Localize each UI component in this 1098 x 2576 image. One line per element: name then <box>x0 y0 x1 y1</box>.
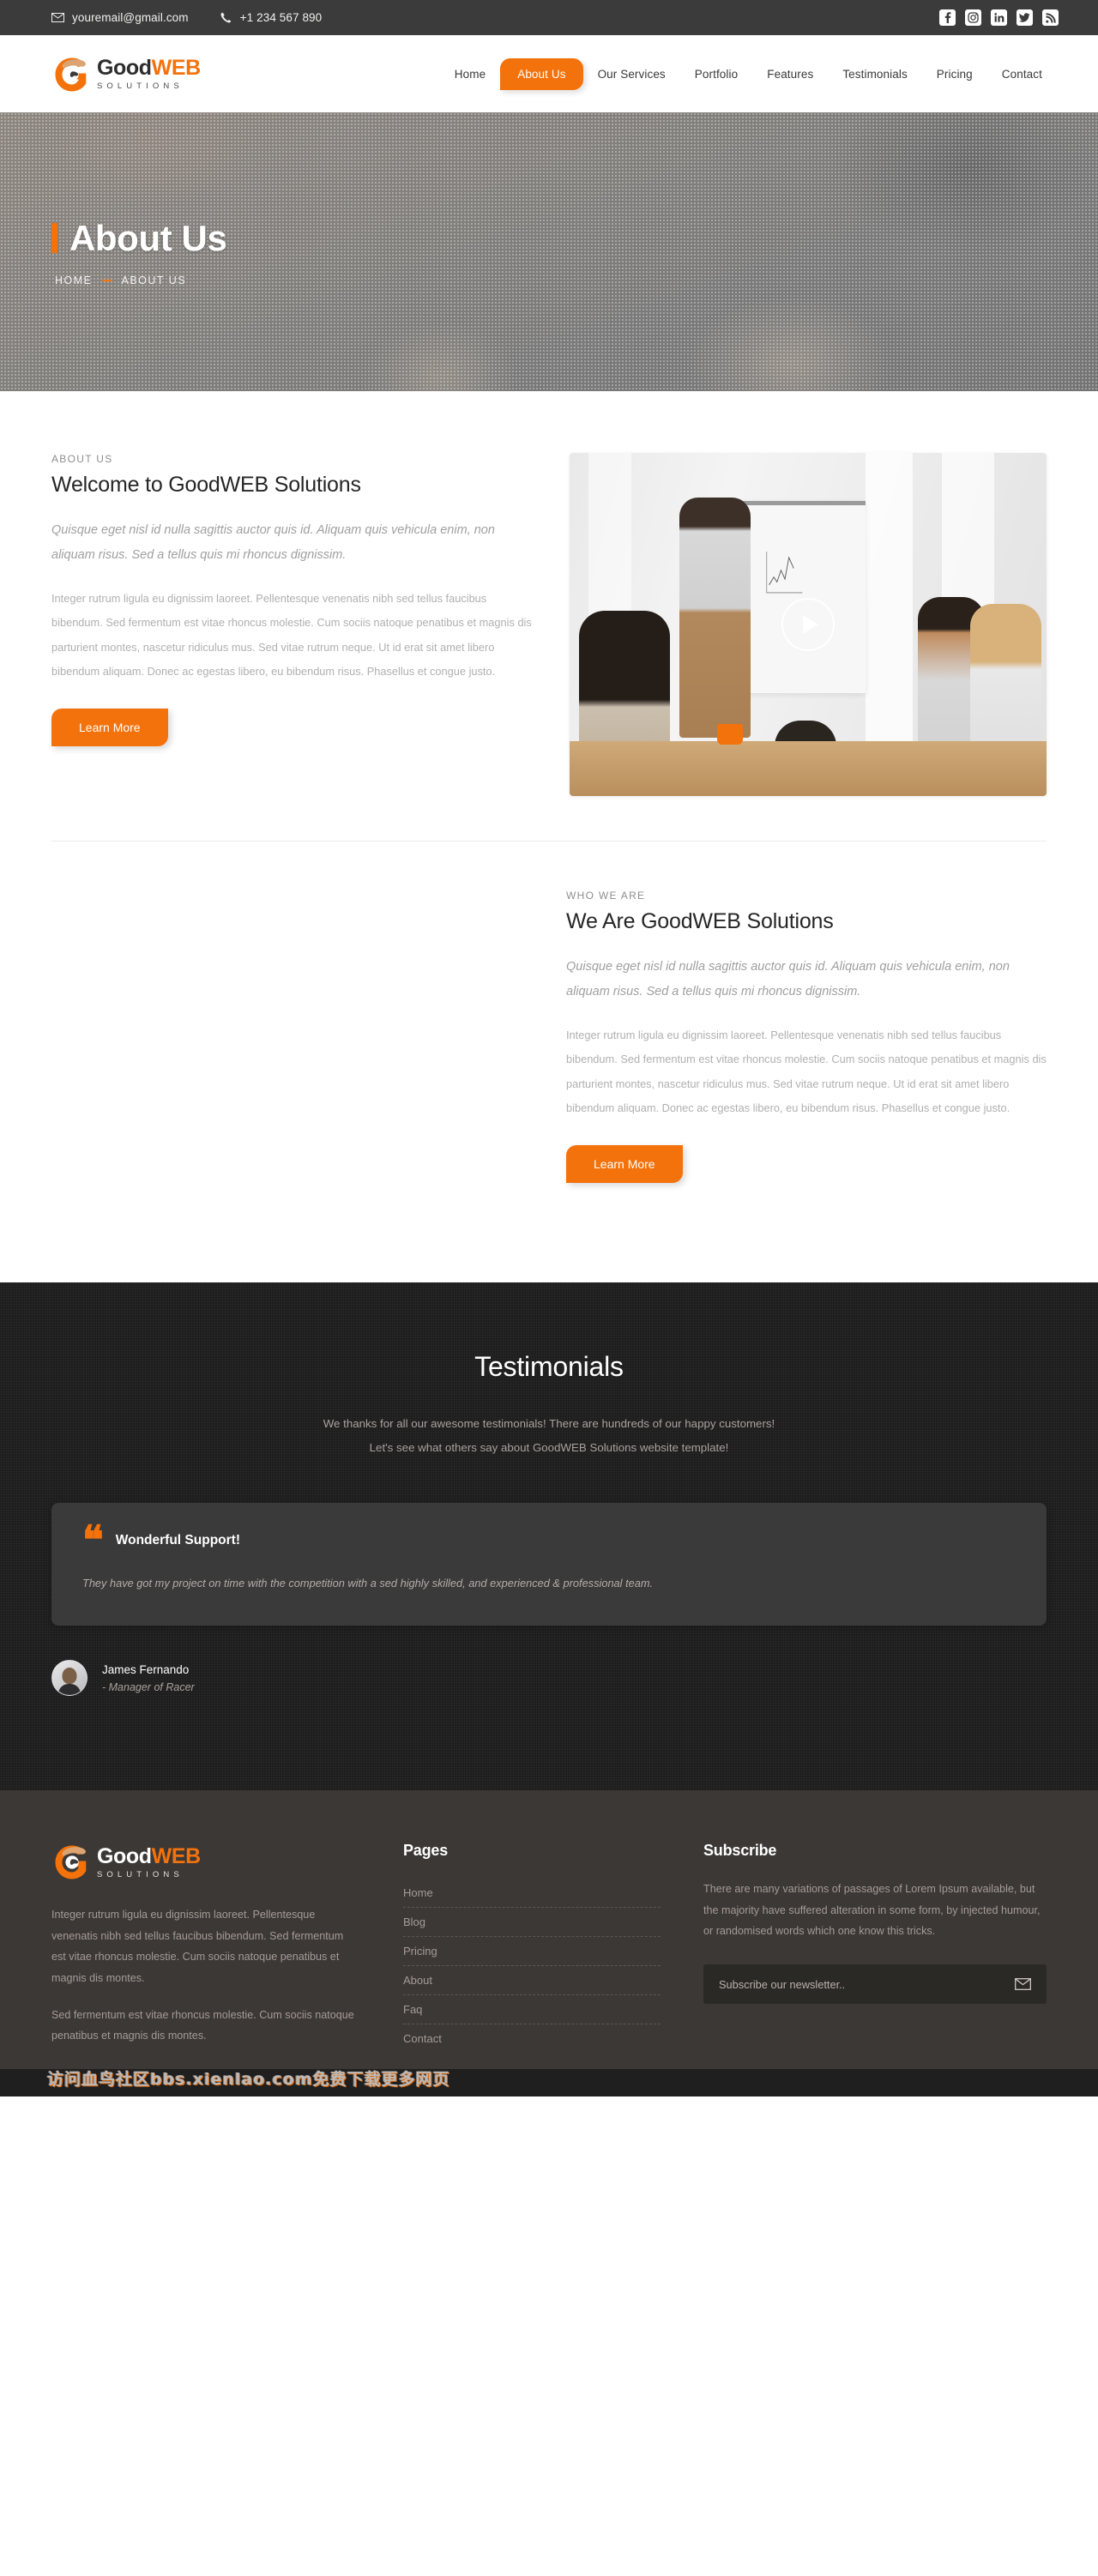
footer-logo-text-web: WEB <box>151 1843 202 1868</box>
testimonial-body: They have got my project on time with th… <box>82 1577 654 1590</box>
send-envelope-icon[interactable] <box>1015 1978 1031 1990</box>
breadcrumb-current: ABOUT US <box>121 274 187 287</box>
about-media-column <box>570 453 1047 796</box>
facebook-icon[interactable] <box>939 9 956 26</box>
main-navigation: Home About Us Our Services Portfolio Fea… <box>440 57 1057 90</box>
nav-item-contact[interactable]: Contact <box>987 59 1057 89</box>
about-lead-paragraph: Quisque eget nisl id nulla sagittis auct… <box>51 523 495 562</box>
logo-text-web: WEB <box>151 55 202 80</box>
footer-link-contact[interactable]: Contact <box>403 2024 661 2053</box>
nav-item-portfolio[interactable]: Portfolio <box>680 59 752 89</box>
footer-about-column: GoodWEB SOLUTIONS Integer rutrum ligula … <box>51 1842 360 2061</box>
testimonial-author-name: James Fernando <box>102 1662 190 1676</box>
person-presenter <box>679 498 751 738</box>
social-links <box>939 9 1059 26</box>
footer-logo-text-good: Good <box>97 1843 152 1868</box>
breadcrumb: HOME ABOUT US <box>55 274 1047 287</box>
phone-contact[interactable]: +1 234 567 890 <box>220 11 323 24</box>
site-header: GoodWEB SOLUTIONS Home About Us Our Serv… <box>0 35 1098 112</box>
footer-subscribe-title: Subscribe <box>703 1842 777 1860</box>
about-text-column: ABOUT US Welcome to GoodWEB Solutions Qu… <box>51 453 532 746</box>
phone-icon <box>220 11 232 24</box>
breadcrumb-separator-icon <box>101 279 112 281</box>
about-section: ABOUT US Welcome to GoodWEB Solutions Qu… <box>0 391 1098 796</box>
chart-sketch-icon <box>766 551 803 593</box>
who-we-are-section: WHO WE ARE We Are GoodWEB Solutions Quis… <box>0 842 1098 1282</box>
testimonials-subtitle-line2: Let's see what others say about GoodWEB … <box>369 1440 729 1454</box>
footer-about-paragraph-2: Sed fermentum est vitae rhoncus molestie… <box>51 2008 354 2042</box>
testimonial-title: Wonderful Support! <box>115 1533 240 1548</box>
footer-logo[interactable]: GoodWEB SOLUTIONS <box>51 1842 360 1882</box>
about-body-paragraph: Integer rutrum ligula eu dignissim laore… <box>51 592 532 679</box>
footer-subscribe-column: Subscribe There are many variations of p… <box>703 1842 1047 2061</box>
page-title-text: About Us <box>69 217 227 258</box>
who-lead-paragraph: Quisque eget nisl id nulla sagittis auct… <box>566 960 1010 998</box>
footer-subscribe-text: There are many variations of passages of… <box>703 1883 1041 1938</box>
breadcrumb-home[interactable]: HOME <box>55 274 93 287</box>
top-bar-contact: youremail@gmail.com +1 234 567 890 <box>51 11 322 24</box>
page-hero-banner: About Us HOME ABOUT US <box>0 112 1098 391</box>
phone-text: +1 234 567 890 <box>239 11 323 24</box>
footer-about-paragraph-1: Integer rutrum ligula eu dignissim laore… <box>51 1909 344 1985</box>
who-text-column: WHO WE ARE We Are GoodWEB Solutions Quis… <box>566 890 1047 1183</box>
page-title: About Us <box>51 218 1047 259</box>
rss-icon[interactable] <box>1042 9 1059 26</box>
footer-link-blog[interactable]: Blog <box>403 1908 661 1938</box>
nav-item-testimonials[interactable]: Testimonials <box>828 59 921 89</box>
who-body-paragraph: Integer rutrum ligula eu dignissim laore… <box>566 1029 1047 1115</box>
testimonials-subtitle-line1: We thanks for all our awesome testimonia… <box>323 1417 775 1430</box>
about-video-thumbnail[interactable] <box>570 453 1047 796</box>
site-logo[interactable]: GoodWEB SOLUTIONS <box>51 54 201 94</box>
testimonial-author-role: - Manager of Racer <box>102 1680 195 1693</box>
nav-item-features[interactable]: Features <box>752 59 828 89</box>
site-footer: GoodWEB SOLUTIONS Integer rutrum ligula … <box>0 1790 1098 2096</box>
top-bar: youremail@gmail.com +1 234 567 890 <box>0 0 1098 35</box>
play-button-icon[interactable] <box>781 598 835 651</box>
email-text: youremail@gmail.com <box>72 11 189 24</box>
testimonial-author: James Fernando - Manager of Racer <box>51 1660 1047 1697</box>
testimonials-section: Testimonials We thanks for all our aweso… <box>0 1282 1098 1791</box>
who-learn-more-button[interactable]: Learn More <box>566 1144 683 1183</box>
footer-pages-title: Pages <box>403 1842 449 1860</box>
footer-link-home[interactable]: Home <box>403 1879 661 1909</box>
orange-cup <box>717 724 744 745</box>
avatar <box>51 1660 87 1697</box>
nav-item-our-services[interactable]: Our Services <box>583 59 680 89</box>
about-heading: Welcome to GoodWEB Solutions <box>51 473 361 497</box>
twitter-icon[interactable] <box>1017 9 1033 26</box>
footer-logo-g-icon <box>51 1842 92 1882</box>
nav-item-about-us[interactable]: About Us <box>500 57 583 90</box>
about-eyebrow: ABOUT US <box>51 453 113 465</box>
testimonials-title: Testimonials <box>474 1351 624 1382</box>
who-image-placeholder <box>51 890 528 1216</box>
who-heading: We Are GoodWEB Solutions <box>566 909 834 933</box>
logo-g-icon <box>51 54 92 94</box>
email-contact[interactable]: youremail@gmail.com <box>51 11 189 24</box>
nav-item-home[interactable]: Home <box>440 59 500 89</box>
footer-link-faq[interactable]: Faq <box>403 1995 661 2025</box>
who-eyebrow: WHO WE ARE <box>566 890 646 902</box>
footer-link-pricing[interactable]: Pricing <box>403 1937 661 1967</box>
about-learn-more-button[interactable]: Learn More <box>51 708 168 746</box>
footer-pages-column: Pages Home Blog Pricing About Faq Contac… <box>403 1842 661 2061</box>
logo-text-good: Good <box>97 55 152 80</box>
title-accent-bar <box>51 223 57 253</box>
quote-icon: ❝ <box>82 1517 104 1562</box>
footer-link-about[interactable]: About <box>403 1966 661 1996</box>
nav-item-pricing[interactable]: Pricing <box>922 59 987 89</box>
instagram-icon[interactable] <box>965 9 981 26</box>
newsletter-email-input[interactable] <box>719 1977 1015 1991</box>
watermark-strip <box>0 2068 1098 2096</box>
linkedin-icon[interactable] <box>991 9 1007 26</box>
table-surface <box>570 741 1047 796</box>
who-media-column <box>51 890 528 1216</box>
logo-tagline: SOLUTIONS <box>97 81 184 91</box>
envelope-icon <box>51 11 64 24</box>
footer-logo-tagline: SOLUTIONS <box>97 1869 184 1879</box>
newsletter-form[interactable] <box>703 1964 1047 2005</box>
testimonial-card: ❝ Wonderful Support! They have got my pr… <box>51 1502 1047 1626</box>
